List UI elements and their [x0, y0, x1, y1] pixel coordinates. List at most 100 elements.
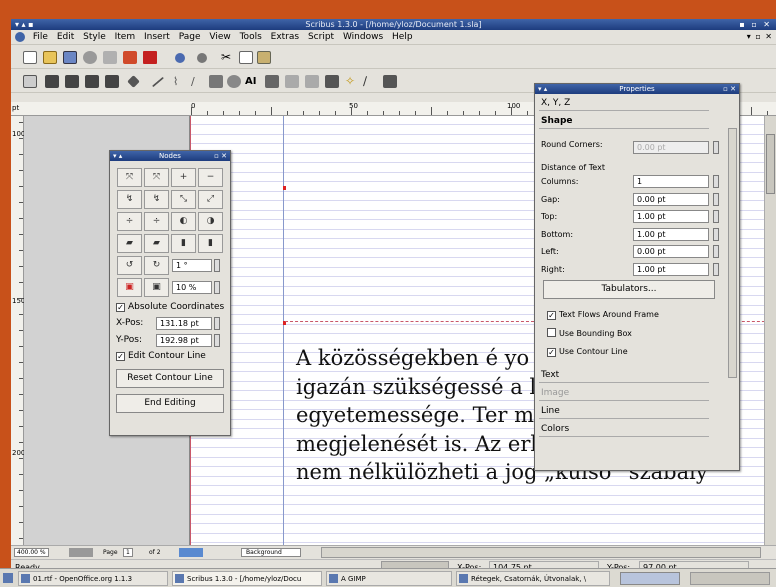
freehand-line-icon[interactable]: ∕ [191, 75, 205, 88]
shear-right-button[interactable]: ▰ [144, 234, 169, 253]
preflight-icon[interactable] [123, 51, 137, 64]
vertical-scrollbar[interactable] [764, 116, 776, 545]
add-nodes-button[interactable]: + [171, 168, 196, 187]
task-gimp-layers[interactable]: Rétegek, Csatornák, Útvonalak, \ [456, 571, 610, 586]
menu-file[interactable]: File [30, 30, 51, 45]
task-scribus[interactable]: Scribus 1.3.0 - [/home/yloz/Docu [172, 571, 322, 586]
shrink-button[interactable]: ▣ [117, 278, 142, 297]
delete-nodes-button[interactable]: − [198, 168, 223, 187]
close-icon[interactable]: ▫ ✕ [723, 84, 736, 94]
menu-view[interactable]: View [206, 30, 233, 45]
horizontal-scrollbar[interactable] [321, 547, 761, 558]
section-image[interactable]: Image [539, 386, 709, 401]
section-text[interactable]: Text [539, 368, 709, 383]
shear-down-button[interactable]: ▮ [198, 234, 223, 253]
menu-script[interactable]: Script [305, 30, 337, 45]
menu-tools[interactable]: Tools [237, 30, 265, 45]
rotate-item-icon[interactable] [209, 75, 223, 88]
layer-select[interactable]: Background [241, 548, 301, 557]
section-colors[interactable]: Colors [539, 422, 709, 437]
rotation-spinner[interactable] [214, 259, 220, 272]
shear-up-button[interactable]: ▮ [171, 234, 196, 253]
new-document-icon[interactable] [23, 51, 37, 64]
copy-icon[interactable] [239, 51, 253, 64]
properties-scrollbar[interactable] [728, 128, 737, 378]
properties-palette-titlebar[interactable]: ▾ ▴ Properties ▫ ✕ [535, 84, 739, 94]
menu-style[interactable]: Style [80, 30, 109, 45]
start-menu-icon[interactable] [3, 573, 13, 583]
enlarge-button[interactable]: ▣ [144, 278, 169, 297]
node-ypos-input[interactable]: 192.98 pt [156, 334, 212, 347]
distance-spinner[interactable] [713, 245, 719, 258]
move-nodes-button[interactable]: ⤧ [117, 168, 142, 187]
bounding-box-checkbox[interactable]: Use Bounding Box [547, 328, 632, 340]
insert-polygon-icon[interactable] [127, 75, 140, 88]
rotation-input[interactable]: 1 ° [172, 259, 212, 272]
section-line[interactable]: Line [539, 404, 709, 419]
distance-spinner[interactable] [713, 227, 719, 241]
insert-shape-icon[interactable] [105, 75, 119, 88]
node-handle[interactable] [283, 186, 286, 190]
window-controls[interactable]: ▪ ▫ ✕ [739, 19, 772, 30]
title-bar[interactable]: ▾ ▴ ▪ Scribus 1.3.0 - [/home/yloz/Docume… [11, 19, 776, 30]
insert-text-frame-icon[interactable] [45, 75, 59, 88]
reset-contour-line-button[interactable]: Reset Contour Line [116, 369, 224, 388]
checkbox-checked-icon[interactable]: ✓ [547, 348, 556, 357]
scale-input[interactable]: 10 % [172, 281, 212, 294]
zoom-input[interactable]: 400.00 % [14, 548, 49, 557]
open-folder-icon[interactable] [43, 51, 57, 64]
round-corners-input[interactable]: 0.00 pt [633, 141, 709, 154]
shear-left-button[interactable]: ▰ [117, 234, 142, 253]
print-icon[interactable] [103, 51, 117, 64]
insert-table-icon[interactable] [85, 75, 99, 88]
mdi-window-controls[interactable]: ▾ ▫ ✕ [747, 32, 773, 41]
zoom-icon[interactable] [227, 75, 241, 88]
menu-page[interactable]: Page [176, 30, 204, 45]
edit-text-icon[interactable] [265, 75, 279, 88]
scrollbar-thumb[interactable] [766, 134, 775, 194]
close-icon[interactable] [83, 51, 97, 64]
round-corners-spinner[interactable] [713, 141, 719, 154]
distance-spinner[interactable] [713, 262, 719, 276]
page-number-input[interactable]: 1 [123, 548, 133, 557]
link-frames-icon[interactable] [285, 75, 299, 88]
cut-icon[interactable]: ✂ [221, 51, 235, 64]
scale-spinner[interactable] [214, 281, 220, 294]
checkbox-checked-icon[interactable]: ✓ [116, 303, 125, 312]
select-item-icon[interactable] [23, 75, 37, 88]
checkbox-checked-icon[interactable]: ✓ [116, 352, 125, 361]
section-xyz[interactable]: X, Y, Z [539, 96, 709, 111]
paste-icon[interactable] [257, 51, 271, 64]
distance-spinner[interactable] [713, 210, 719, 223]
menu-insert[interactable]: Insert [141, 30, 173, 45]
distance-input[interactable]: 1 [633, 175, 709, 188]
reset-control-point-button[interactable]: ↯ [117, 190, 142, 209]
eye-dropper-icon[interactable]: ∕ [363, 75, 377, 88]
menu-item[interactable]: Item [112, 30, 139, 45]
bezier-icon[interactable]: ⌇ [173, 75, 187, 88]
menu-windows[interactable]: Windows [340, 30, 386, 45]
node-xpos-input[interactable]: 131.18 pt [156, 317, 212, 330]
menu-help[interactable]: Help [389, 30, 416, 45]
distance-input[interactable]: 1.00 pt [633, 210, 709, 223]
text-flows-checkbox[interactable]: ✓ Text Flows Around Frame [547, 309, 659, 321]
distance-spinner[interactable] [713, 175, 719, 188]
distance-input[interactable]: 1.00 pt [633, 262, 709, 276]
save-icon[interactable] [63, 51, 77, 64]
distance-input[interactable]: 1.00 pt [633, 227, 709, 241]
undo-icon[interactable] [175, 53, 185, 63]
move-control-points-button[interactable]: ⤧ [144, 168, 169, 187]
task-gimp[interactable]: A GIMP [326, 571, 452, 586]
page-nav-buttons[interactable] [179, 548, 203, 557]
reset-control-points-button[interactable]: ↯ [144, 190, 169, 209]
task-openoffice[interactable]: 01.rtf - OpenOffice.org 1.1.3 [18, 571, 168, 586]
rotate-cw-button[interactable]: ↻ [144, 256, 169, 275]
close-path-button[interactable]: ÷ [144, 212, 169, 231]
contour-line-checkbox[interactable]: ✓ Use Contour Line [547, 346, 628, 358]
insert-line-icon[interactable] [151, 76, 165, 88]
menu-edit[interactable]: Edit [54, 30, 77, 45]
insert-image-icon[interactable] [65, 75, 79, 88]
distance-spinner[interactable] [713, 192, 719, 206]
edit-contour-checkbox[interactable]: ✓ Edit Contour Line [116, 350, 206, 363]
copy-properties-icon[interactable]: ✧ [345, 75, 359, 88]
